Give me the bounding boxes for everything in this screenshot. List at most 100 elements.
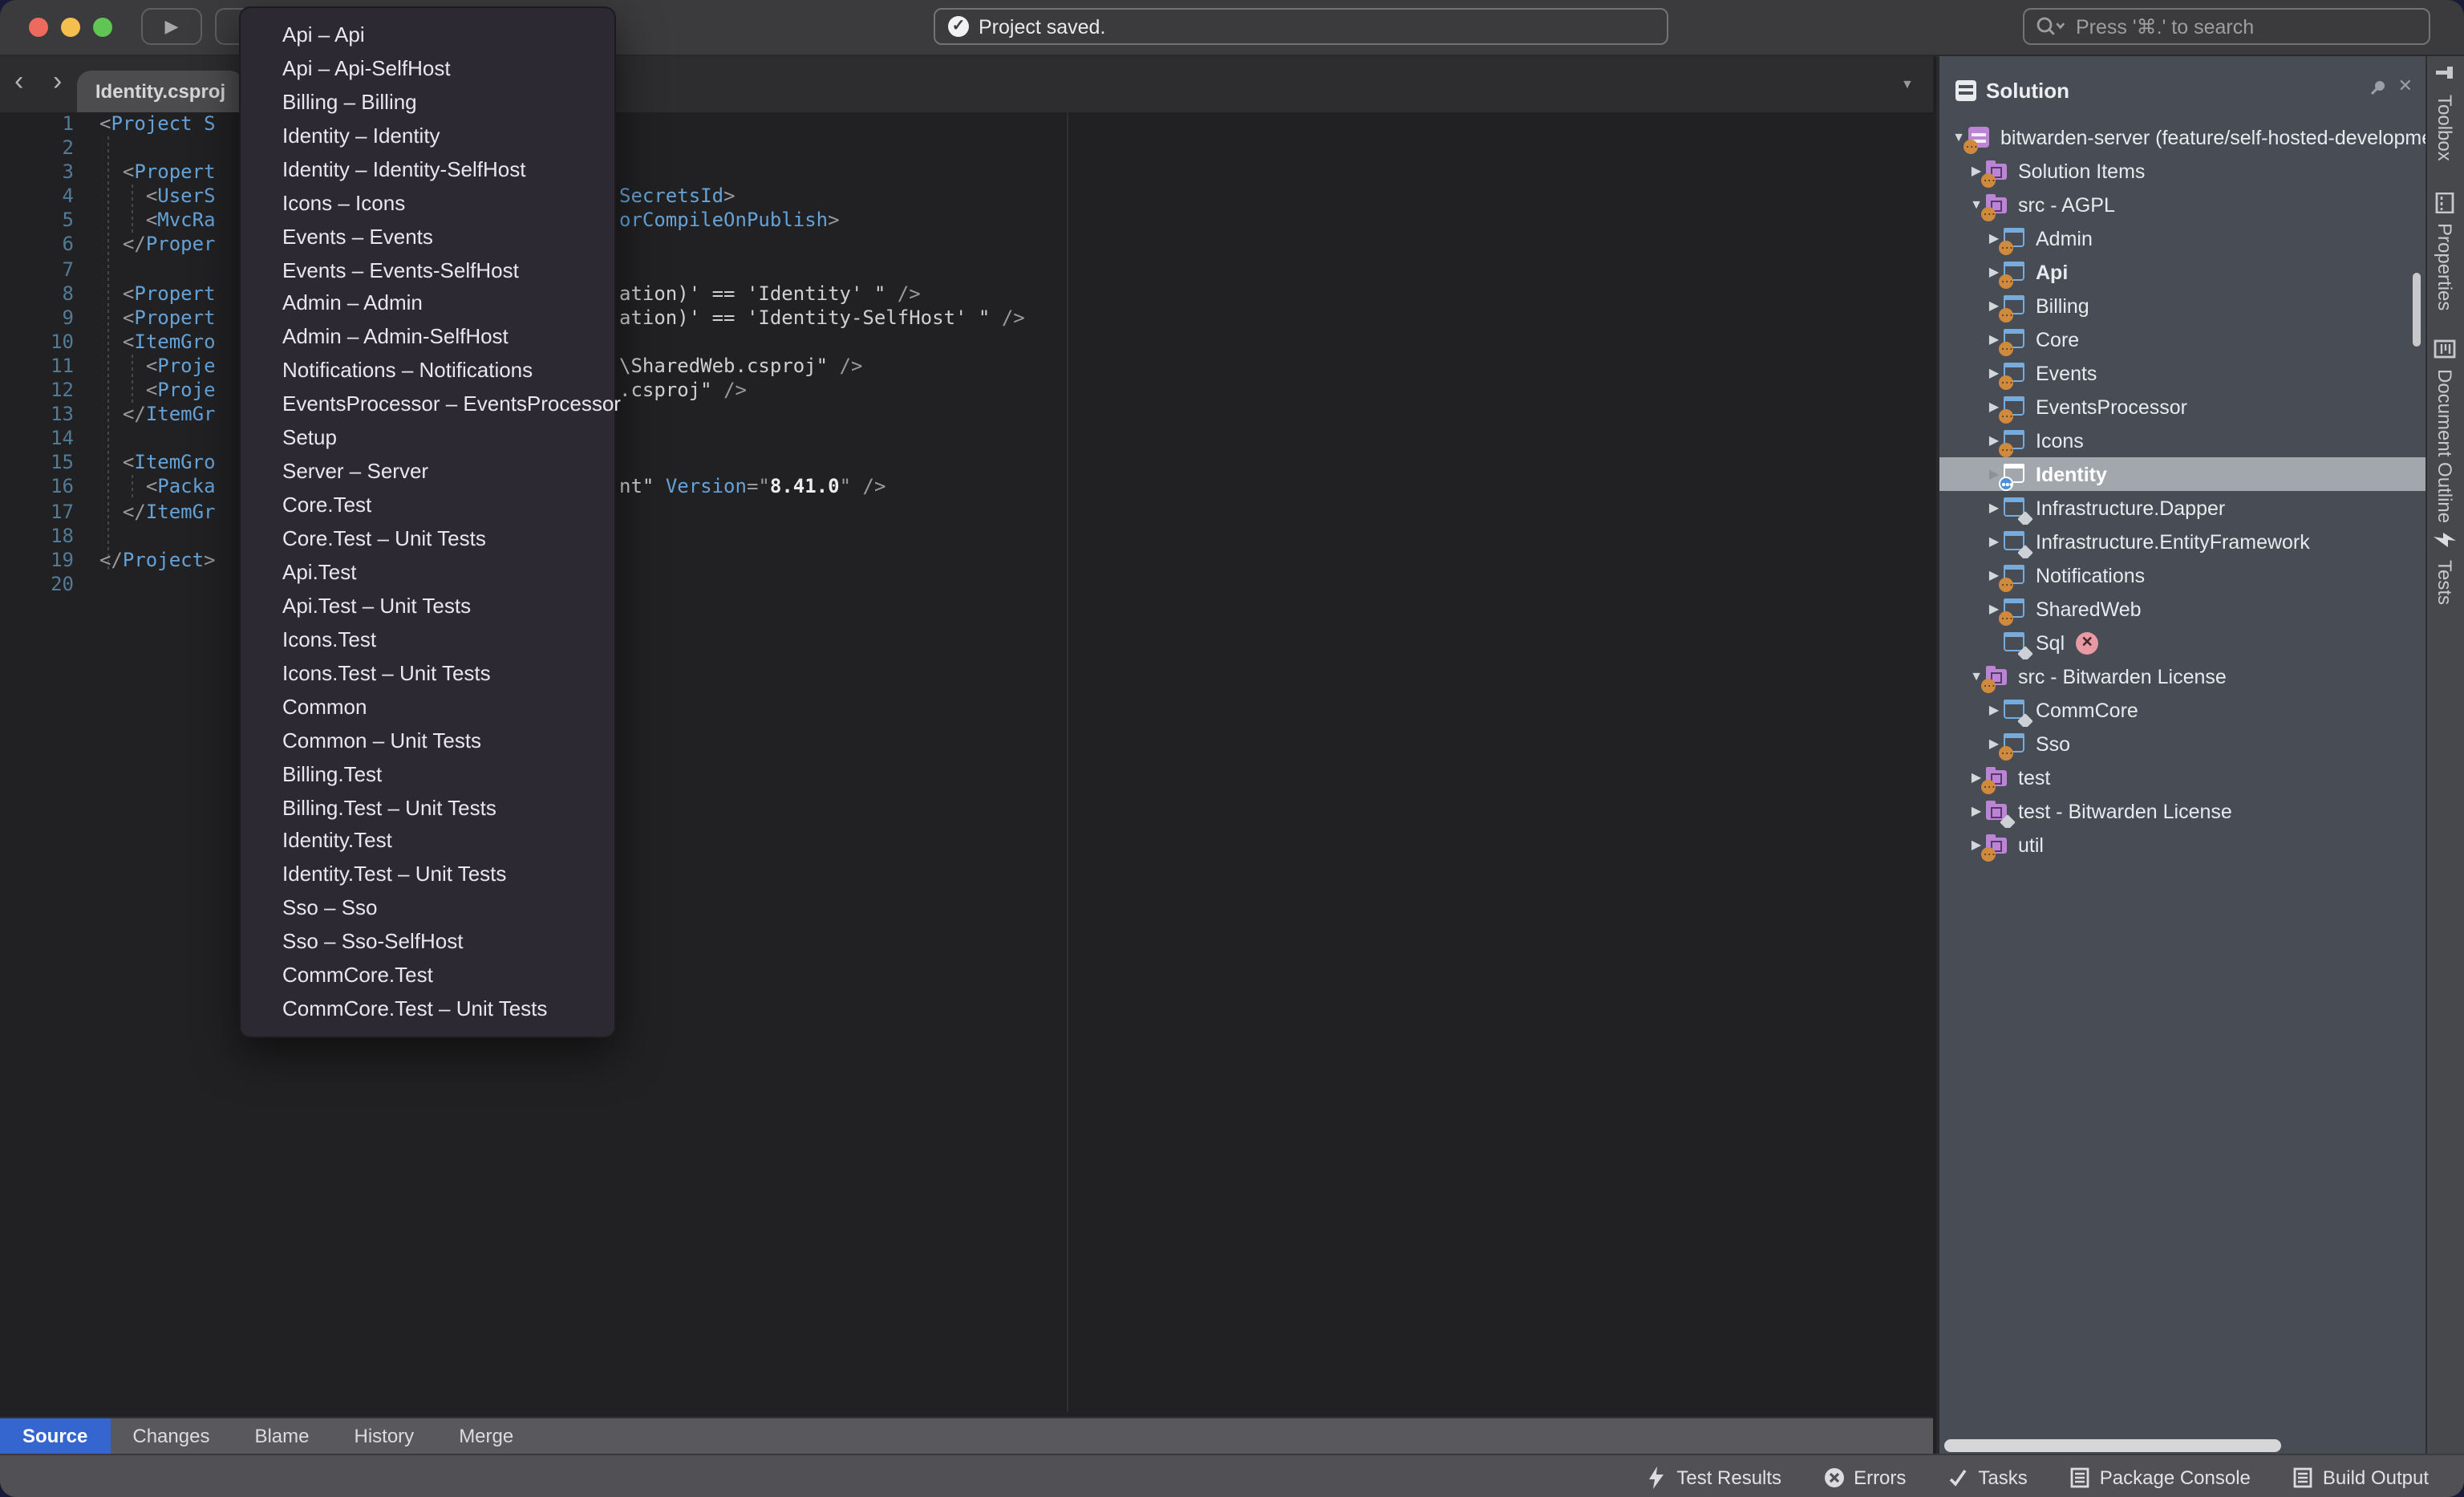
menu-item[interactable]: Events – Events-SelfHost [241,253,614,286]
menu-item[interactable]: Admin – Admin [241,286,614,320]
view-tab-history[interactable]: History [332,1418,437,1454]
view-tab-source[interactable]: Source [0,1418,110,1454]
status-item-label: Tasks [1978,1466,2027,1488]
tree-item-sql[interactable]: Sql✕ [1939,626,2426,659]
close-window-button[interactable] [29,18,48,37]
menu-item[interactable]: Common – Unit Tests [241,723,614,757]
tree-item-identity[interactable]: ▶Identity [1939,457,2426,491]
tree-item-src-bitwarden-license[interactable]: ▼src - Bitwarden License [1939,659,2426,693]
status-badge-orange [1999,746,2013,761]
tree-item-icons[interactable]: ▶Icons [1939,424,2426,457]
menu-item[interactable]: CommCore.Test – Unit Tests [241,992,614,1025]
expander-closed-icon[interactable]: ▶ [1984,534,2004,549]
menu-item[interactable]: Common [241,690,614,724]
tree-item-src-agpl[interactable]: ▼src - AGPL [1939,188,2426,221]
menu-item[interactable]: Identity.Test – Unit Tests [241,858,614,891]
navigate-forward-icon[interactable]: › [53,66,62,98]
lightning-icon [1646,1466,1667,1488]
navigate-back-icon[interactable]: ‹ [14,66,23,98]
menu-item[interactable]: Icons.Test [241,623,614,656]
tree-item-test-bitwarden-license[interactable]: ▶test - Bitwarden License [1939,794,2426,828]
menu-item[interactable]: Sso – Sso [241,891,614,925]
menu-item[interactable]: Identity.Test [241,824,614,858]
tree-item-infrastructure-entityframework[interactable]: ▶Infrastructure.EntityFramework [1939,525,2426,558]
menu-item[interactable]: Billing.Test [241,757,614,790]
menu-item[interactable]: Sso – Sso-SelfHost [241,925,614,959]
menu-item[interactable]: Billing – Billing [241,85,614,119]
search-input[interactable]: Press '⌘.' to search [2023,8,2430,45]
menu-item[interactable]: CommCore.Test [241,959,614,992]
dock-tab-label: Properties [2434,223,2456,310]
menu-item[interactable]: Admin – Admin-SelfHost [241,320,614,354]
tree-item-solution-items[interactable]: ▶Solution Items [1939,154,2426,188]
tab-overflow-icon[interactable]: ▼ [1901,77,1914,91]
tab-identity-csproj[interactable]: Identity.csproj [77,71,244,112]
menu-item[interactable]: Api.Test – Unit Tests [241,589,614,623]
menu-item[interactable]: EventsProcessor – EventsProcessor [241,387,614,421]
menu-item[interactable]: Events – Events [241,219,614,253]
menu-item[interactable]: Core.Test [241,488,614,521]
status-item-errors[interactable]: Errors [1823,1466,1906,1488]
tree-item-eventsprocessor[interactable]: ▶EventsProcessor [1939,390,2426,424]
tree-item-events[interactable]: ▶Events [1939,356,2426,390]
tree-item-api[interactable]: ▶Api [1939,255,2426,289]
tree-item-label: Notifications [2036,564,2145,586]
view-tab-changes[interactable]: Changes [110,1418,232,1454]
menu-item[interactable]: Setup [241,421,614,455]
vertical-scrollbar[interactable] [2413,273,2421,347]
tree-item-label: Solution Items [2018,160,2145,182]
menu-item[interactable]: Api – Api-SelfHost [241,51,614,85]
status-badge-orange [1999,611,2013,626]
solution-icon [1968,127,1991,148]
tree-item-sso[interactable]: ▶Sso [1939,727,2426,761]
menu-item[interactable]: Identity – Identity-SelfHost [241,152,614,186]
tree-item-core[interactable]: ▶Core [1939,323,2426,356]
menu-item[interactable]: Notifications – Notifications [241,354,614,387]
tree-item-commcore[interactable]: ▶CommCore [1939,693,2426,727]
tab-label: Identity.csproj [95,80,225,103]
status-item-tasks[interactable]: Tasks [1947,1466,2027,1488]
view-tab-blame[interactable]: Blame [232,1418,331,1454]
check-icon [1947,1466,1968,1488]
menu-item[interactable]: Icons.Test – Unit Tests [241,656,614,690]
menu-item[interactable]: Api.Test [241,555,614,589]
expander-closed-icon[interactable]: ▶ [1967,804,1986,818]
pin-icon[interactable] [2368,79,2387,98]
bottom-view-tabs: SourceChangesBlameHistoryMerge [0,1417,1933,1454]
minimize-window-button[interactable] [61,18,80,37]
status-item-test-results[interactable]: Test Results [1646,1466,1781,1488]
menu-item[interactable]: Api – Api [241,18,614,51]
status-item-build-output[interactable]: Build Output [2292,1466,2429,1488]
close-icon[interactable]: ✕ [2398,75,2413,96]
tree-item-notifications[interactable]: ▶Notifications [1939,558,2426,592]
status-items: Test Results Errors Tasks Package Console Bu… [1646,1455,2429,1497]
expander-closed-icon[interactable]: ▶ [1984,501,2004,515]
menu-item[interactable]: Billing.Test – Unit Tests [241,790,614,824]
tree-item-infrastructure-dapper[interactable]: ▶Infrastructure.Dapper [1939,491,2426,525]
menu-item[interactable]: Identity – Identity [241,119,614,152]
dock-tab-toolbox[interactable]: Toolbox [2427,64,2462,161]
menu-item[interactable]: Server – Server [241,454,614,488]
search-placeholder: Press '⌘.' to search [2076,14,2254,39]
expander-closed-icon[interactable]: ▶ [1984,703,2004,717]
tree-item-billing[interactable]: ▶Billing [1939,289,2426,323]
dock-tab-document-outline[interactable]: Document Outline [2427,339,2462,523]
dock-tab-properties[interactable]: Properties [2427,193,2462,310]
folder-icon [1986,834,2008,855]
horizontal-scrollbar[interactable] [1944,1439,2281,1452]
menu-item[interactable]: Core.Test – Unit Tests [241,521,614,555]
line-number: 13 [0,403,74,427]
zoom-window-button[interactable] [93,18,112,37]
tree-item-bitwarden-server-feature-self-hosted-development[interactable]: ▼bitwarden-server (feature/self-hosted-d… [1939,120,2426,154]
tree-item-sharedweb[interactable]: ▶SharedWeb [1939,592,2426,626]
tree-item-test[interactable]: ▶test [1939,761,2426,794]
status-item-package-console[interactable]: Package Console [2069,1466,2251,1488]
tree-item-admin[interactable]: ▶Admin [1939,221,2426,255]
project-icon [2004,598,2026,619]
dock-tab-tests[interactable]: Tests [2427,529,2462,605]
run-button[interactable]: ▶ [141,8,202,45]
status-badge-blue [1999,477,2013,491]
view-tab-merge[interactable]: Merge [436,1418,536,1454]
menu-item[interactable]: Icons – Icons [241,185,614,219]
tree-item-util[interactable]: ▶util [1939,828,2426,862]
